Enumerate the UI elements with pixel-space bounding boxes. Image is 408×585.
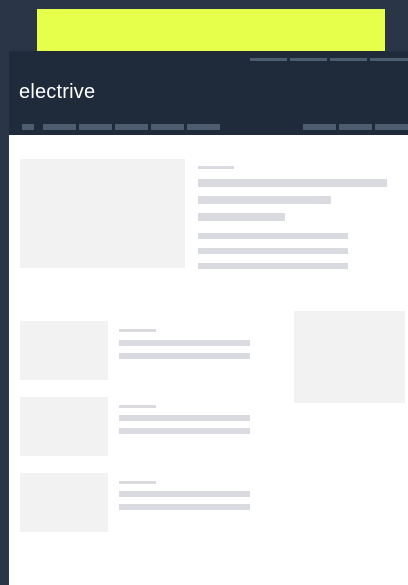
hero-kicker-placeholder	[198, 166, 234, 169]
hero-title-line-3[interactable]	[198, 213, 285, 221]
hero-title-line-2[interactable]	[198, 196, 331, 204]
article-3-title-line-1[interactable]	[119, 491, 250, 497]
nav-right-item-3[interactable]	[375, 124, 408, 130]
nav-right-item-2[interactable]	[339, 124, 372, 130]
utility-link-3[interactable]	[330, 58, 367, 61]
nav-right-item-1[interactable]	[303, 124, 336, 130]
nav-item-4[interactable]	[151, 124, 184, 130]
article-2-title-line-1[interactable]	[119, 415, 250, 421]
article-2-thumb-placeholder[interactable]	[20, 397, 108, 456]
nav-item-5[interactable]	[187, 124, 220, 130]
article-1-kicker-placeholder	[119, 329, 156, 332]
article-1-title-line-2[interactable]	[119, 353, 250, 359]
sidebar-ad-placeholder[interactable]	[294, 311, 405, 403]
nav-item-1[interactable]	[43, 124, 76, 130]
browser-page: electrive	[9, 51, 408, 585]
utility-link-1[interactable]	[250, 58, 287, 61]
article-1-title-line-1[interactable]	[119, 340, 250, 346]
hero-title-line-1[interactable]	[198, 179, 387, 187]
hero-teaser-line-3	[198, 263, 348, 269]
ad-banner[interactable]	[37, 9, 385, 53]
hero-teaser-line-1	[198, 233, 348, 239]
nav-item-2[interactable]	[79, 124, 112, 130]
utility-link-2[interactable]	[290, 58, 327, 61]
article-3-title-line-2[interactable]	[119, 504, 250, 510]
utility-link-4[interactable]	[370, 58, 408, 61]
site-header: electrive	[9, 51, 408, 135]
hero-teaser-line-2	[198, 248, 348, 254]
article-1-thumb-placeholder[interactable]	[20, 321, 108, 380]
nav-menu-icon[interactable]	[22, 124, 34, 130]
hero-image-placeholder[interactable]	[20, 159, 185, 268]
article-2-title-line-2[interactable]	[119, 428, 250, 434]
nav-item-3[interactable]	[115, 124, 148, 130]
article-3-kicker-placeholder	[119, 481, 156, 484]
site-logo[interactable]: electrive	[19, 81, 95, 104]
article-2-kicker-placeholder	[119, 405, 156, 408]
article-3-thumb-placeholder[interactable]	[20, 473, 108, 532]
